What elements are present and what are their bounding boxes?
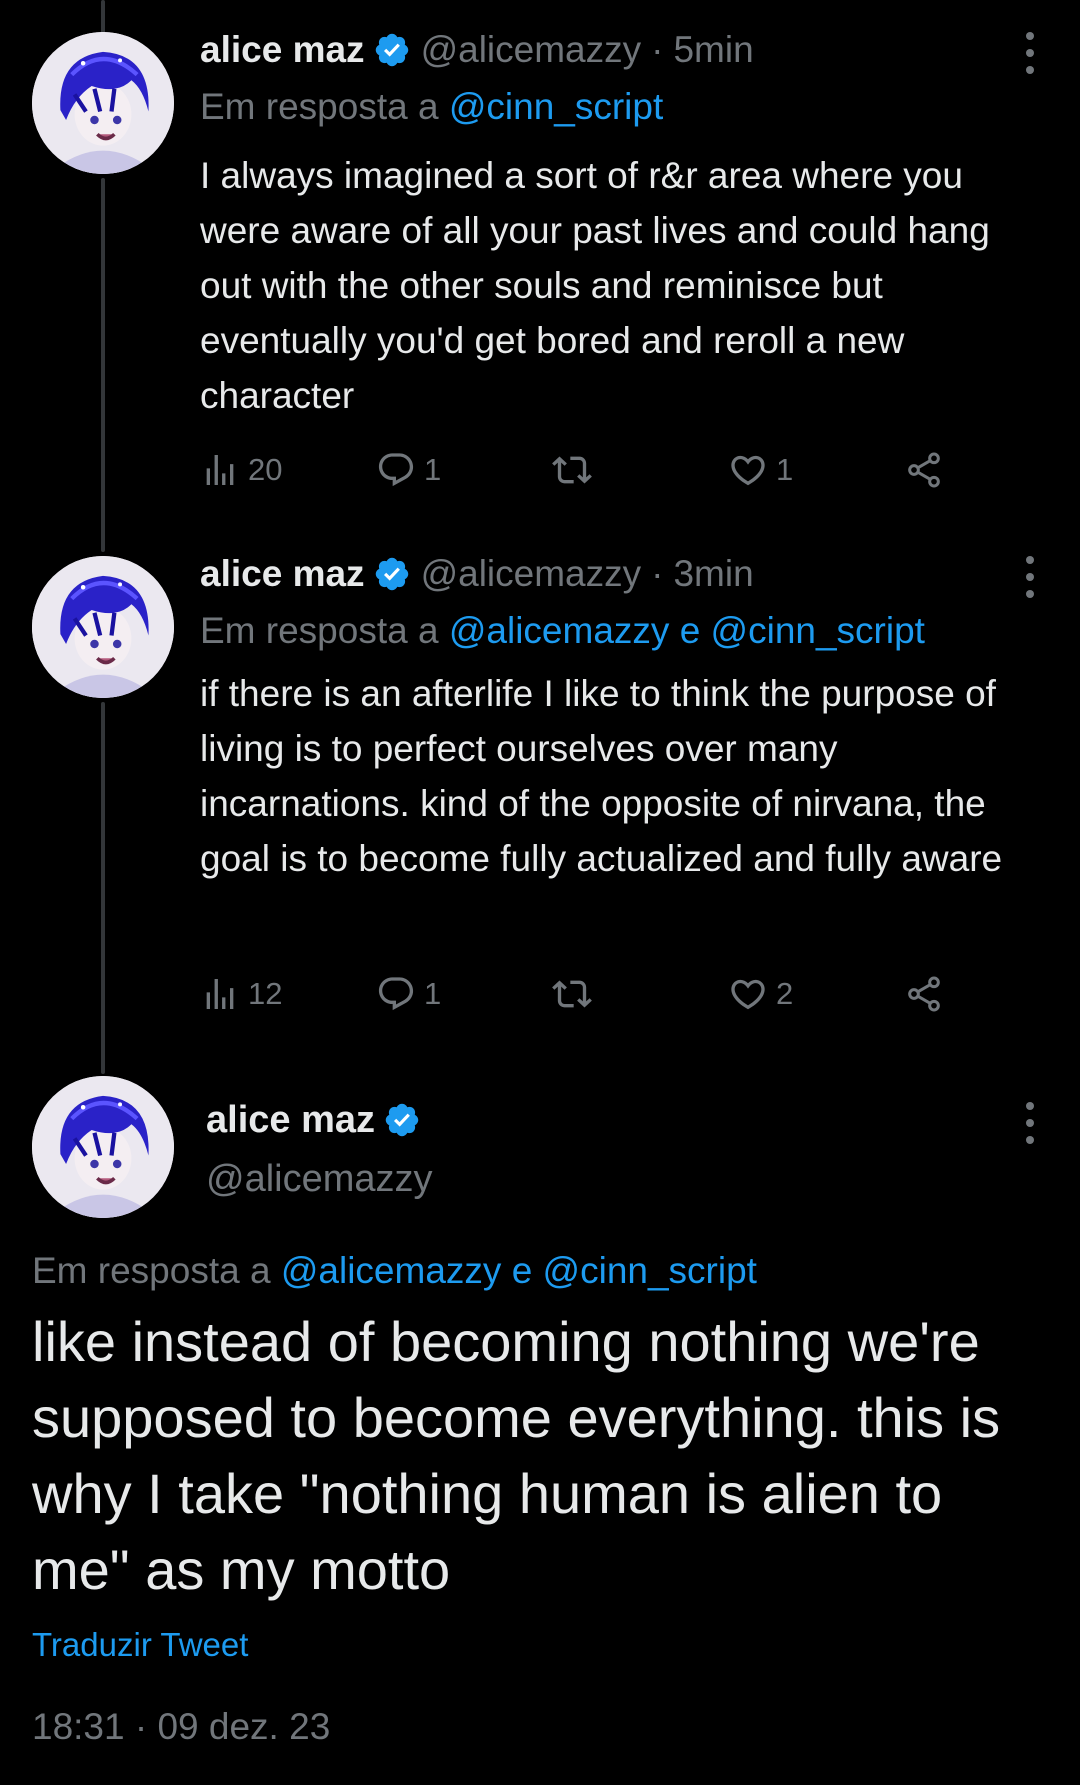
- verified-badge-icon: [383, 1101, 421, 1139]
- tweet-time[interactable]: 5min: [673, 29, 753, 71]
- reply-context: Em resposta a @alicemazzy e @cinn_script: [32, 1250, 757, 1292]
- mention-link[interactable]: @cinn_script: [543, 1250, 757, 1291]
- mention-link[interactable]: @cinn_script: [449, 86, 663, 127]
- retweet-button[interactable]: [552, 970, 600, 1018]
- views-button[interactable]: 12: [200, 970, 282, 1018]
- views-count: 12: [248, 976, 283, 1011]
- like-button[interactable]: 1: [728, 446, 793, 494]
- heart-icon: [731, 455, 765, 486]
- more-vertical-icon[interactable]: [1020, 1102, 1040, 1144]
- reply-tweet[interactable]: alice maz @alicemazzy · 3min Em resposta…: [0, 520, 1080, 1040]
- reply-prefix: Em resposta a: [200, 610, 439, 651]
- reply-context: Em resposta a @cinn_script: [200, 86, 663, 128]
- likes-count: 1: [776, 452, 794, 487]
- tweet-header: alice maz @alicemazzy · 3min: [200, 551, 1000, 597]
- share-icon: [908, 452, 940, 488]
- share-icon: [908, 976, 940, 1012]
- avatar[interactable]: [32, 1076, 174, 1218]
- likes-count: 2: [776, 976, 794, 1011]
- avatar-image: [32, 556, 174, 698]
- reply-tweet[interactable]: alice maz @alicemazzy · 5min Em resposta…: [0, 0, 1080, 520]
- translate-tweet-link[interactable]: Traduzir Tweet: [32, 1626, 248, 1664]
- display-name[interactable]: alice maz: [200, 553, 365, 595]
- user-handle[interactable]: @alicemazzy: [421, 553, 642, 595]
- mention-joiner: e: [511, 1250, 533, 1291]
- tweet-header: alice maz @alicemazzy · 5min: [200, 27, 1000, 73]
- heart-icon: [731, 979, 765, 1010]
- like-button[interactable]: 2: [728, 970, 793, 1018]
- tweet-time[interactable]: 3min: [673, 553, 753, 595]
- views-count: 20: [248, 452, 283, 487]
- views-button[interactable]: 20: [200, 446, 282, 494]
- share-button[interactable]: [904, 970, 944, 1018]
- mention-link[interactable]: @alicemazzy: [281, 1250, 502, 1291]
- reply-context: Em resposta a @alicemazzy e @cinn_script: [200, 610, 925, 652]
- more-vertical-icon[interactable]: [1020, 32, 1040, 74]
- retweet-icon: [552, 456, 592, 484]
- avatar[interactable]: [32, 556, 174, 698]
- mention-joiner: e: [679, 610, 701, 651]
- reply-prefix: Em resposta a: [32, 1250, 271, 1291]
- display-name-row: alice maz: [206, 1096, 431, 1144]
- reply-button[interactable]: 1: [376, 446, 441, 494]
- views-chart-icon: [206, 455, 234, 485]
- user-handle[interactable]: @alicemazzy: [421, 29, 642, 71]
- reply-bubble-icon: [378, 977, 414, 1011]
- retweet-button[interactable]: [552, 446, 600, 494]
- verified-badge-icon: [373, 31, 411, 69]
- tweet-text: if there is an afterlife I like to think…: [200, 673, 1003, 879]
- mention-link[interactable]: @alicemazzy: [449, 610, 670, 651]
- verified-badge-icon: [373, 555, 411, 593]
- focused-tweet: alice maz @alicemazzy Em resposta a @ali…: [0, 1040, 1080, 1785]
- tweet-text: like instead of becoming nothing we're s…: [32, 1310, 1001, 1601]
- separator-dot: ·: [651, 29, 664, 70]
- display-name[interactable]: alice maz: [200, 29, 365, 71]
- avatar-image: [32, 1076, 174, 1218]
- tweet-actions: 20 1 1: [200, 446, 960, 494]
- views-chart-icon: [206, 979, 234, 1009]
- share-button[interactable]: [904, 446, 944, 494]
- mention-link[interactable]: @cinn_script: [711, 610, 925, 651]
- tweet-timestamp[interactable]: 18:31 · 09 dez. 23: [32, 1706, 330, 1748]
- separator-dot: ·: [651, 553, 664, 594]
- reply-bubble-icon: [378, 453, 414, 487]
- tweet-text: I always imagined a sort of r&r area whe…: [200, 155, 990, 416]
- replies-count: 1: [424, 452, 442, 487]
- display-name[interactable]: alice maz: [206, 1099, 375, 1142]
- replies-count: 1: [424, 976, 442, 1011]
- avatar-image: [32, 32, 174, 174]
- avatar[interactable]: [32, 32, 174, 174]
- more-vertical-icon[interactable]: [1020, 556, 1040, 598]
- reply-prefix: Em resposta a: [200, 86, 439, 127]
- tweet-thread: alice maz @alicemazzy · 5min Em resposta…: [0, 0, 1080, 1785]
- reply-button[interactable]: 1: [376, 970, 441, 1018]
- retweet-icon: [552, 980, 592, 1008]
- tweet-actions: 12 1 2: [200, 970, 960, 1018]
- user-handle[interactable]: @alicemazzy: [206, 1158, 433, 1201]
